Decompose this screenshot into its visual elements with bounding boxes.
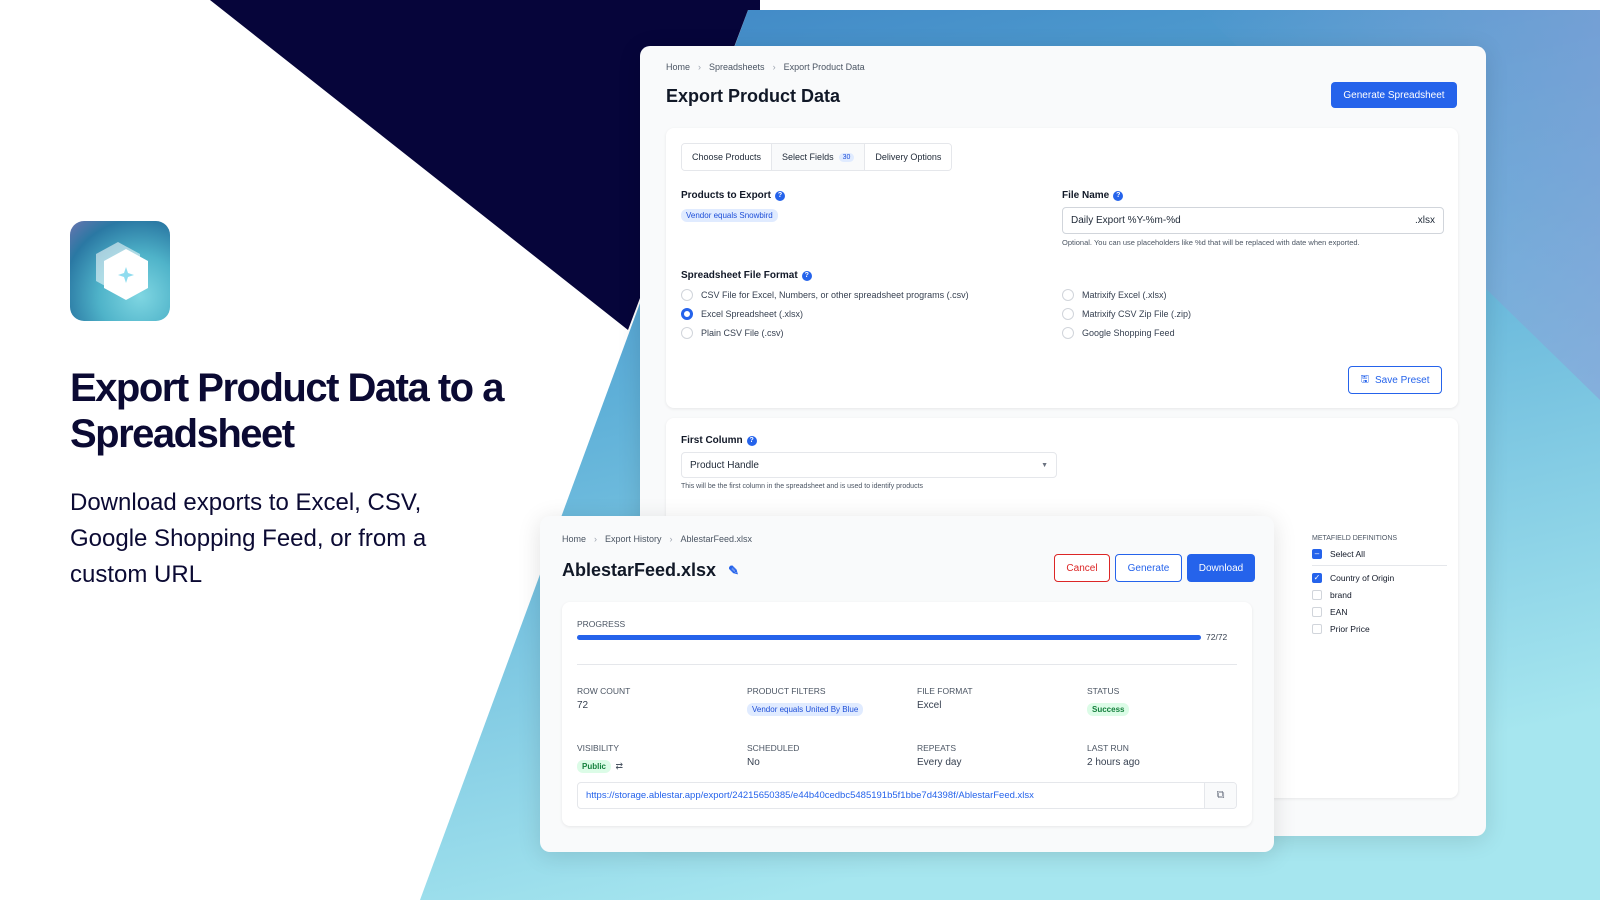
- file-name-label: File Name?: [1062, 190, 1124, 201]
- progress-bar: [577, 635, 1201, 640]
- format-option[interactable]: Matrixify CSV Zip File (.zip): [1062, 304, 1191, 323]
- radio-button[interactable]: [681, 307, 693, 320]
- radio-button[interactable]: [1062, 307, 1074, 320]
- breadcrumb-export-history[interactable]: Export History: [605, 534, 662, 544]
- meta-key: LAST RUN: [1087, 743, 1129, 753]
- breadcrumb: Home › Spreadsheets › Export Product Data: [666, 62, 865, 72]
- meta-key: REPEATS: [917, 743, 957, 753]
- breadcrumb-current: Export Product Data: [783, 62, 865, 72]
- export-settings-card: Choose Products Select Fields 30 Delivery…: [666, 128, 1458, 408]
- progress-label: PROGRESS: [577, 619, 626, 629]
- meta-value: Excel: [917, 700, 942, 711]
- meta-key: VISIBILITY: [577, 743, 620, 753]
- tab-choose-products[interactable]: Choose Products: [682, 144, 773, 170]
- file-name-help: Optional. You can use placeholders like …: [1062, 238, 1360, 247]
- format-option[interactable]: Plain CSV File (.csv): [681, 323, 969, 342]
- format-option[interactable]: Matrixify Excel (.xlsx): [1062, 285, 1191, 304]
- format-option[interactable]: CSV File for Excel, Numbers, or other sp…: [681, 285, 969, 304]
- meta-key: ROW COUNT: [577, 686, 631, 696]
- hero-subtitle: Download exports to Excel, CSV, Google S…: [70, 489, 427, 588]
- help-icon[interactable]: ?: [801, 270, 812, 281]
- radio-button[interactable]: [681, 288, 693, 301]
- products-to-export-label: Products to Export?: [681, 190, 786, 201]
- export-url-link[interactable]: https://storage.ablestar.app/export/2421…: [578, 790, 1204, 801]
- product-filter-chip[interactable]: Vendor equals Snowbird: [681, 209, 778, 222]
- meta-key: PRODUCT FILTERS: [747, 686, 826, 696]
- meta-item: VISIBILITY Public ⇄: [577, 743, 747, 774]
- generate-spreadsheet-button[interactable]: Generate Spreadsheet: [1331, 82, 1457, 108]
- first-column-help: This will be the first column in the spr…: [681, 483, 924, 490]
- status-badge: Success: [1087, 703, 1130, 716]
- meta-value: Every day: [917, 757, 962, 768]
- export-url-field[interactable]: https://storage.ablestar.app/export/2421…: [577, 782, 1237, 809]
- metafield-checkbox[interactable]: ✓ Country of Origin: [1312, 569, 1447, 586]
- edit-icon[interactable]: ✎: [728, 563, 739, 579]
- select-all-checkbox[interactable]: – Select All: [1312, 546, 1447, 566]
- cancel-button[interactable]: Cancel: [1054, 554, 1110, 582]
- meta-key: STATUS: [1087, 686, 1120, 696]
- metafield-checkbox[interactable]: brand: [1312, 586, 1447, 603]
- breadcrumb-home[interactable]: Home: [562, 534, 586, 544]
- help-icon[interactable]: ?: [746, 435, 757, 446]
- save-preset-button[interactable]: 🖫 Save Preset: [1348, 366, 1442, 394]
- visibility-badge: Public: [577, 760, 612, 773]
- meta-item: SCHEDULED No: [747, 743, 917, 774]
- export-meta-grid: ROW COUNT 72 PRODUCT FILTERS Vendor equals …: [577, 686, 1257, 774]
- format-options-left: CSV File for Excel, Numbers, or other sp…: [681, 285, 969, 342]
- app-logo: [70, 221, 170, 321]
- file-title: AblestarFeed.xlsx ✎: [562, 560, 739, 580]
- tab-select-fields[interactable]: Select Fields 30: [772, 144, 866, 170]
- copy-icon[interactable]: ⧉: [1204, 783, 1236, 808]
- chevron-down-icon: ▼: [1041, 461, 1048, 469]
- hero-title: Export Product Data to a Spreadsheet: [70, 366, 504, 456]
- metafield-checkbox[interactable]: Prior Price: [1312, 620, 1447, 637]
- download-button[interactable]: Download: [1187, 554, 1255, 582]
- file-name-input[interactable]: Daily Export %Y-%m-%d .xlsx: [1062, 207, 1444, 234]
- save-icon: 🖫: [1360, 373, 1370, 385]
- breadcrumb-current: AblestarFeed.xlsx: [680, 534, 753, 544]
- meta-key: FILE FORMAT: [917, 686, 973, 696]
- meta-key: SCHEDULED: [747, 743, 800, 753]
- radio-button[interactable]: [1062, 288, 1074, 301]
- first-column-select[interactable]: Product Handle ▼: [681, 452, 1057, 478]
- meta-value: No: [747, 757, 760, 768]
- hexagon-sparkle-icon: [96, 242, 148, 300]
- export-history-panel: Home › Export History › AblestarFeed.xlsx …: [540, 516, 1274, 852]
- page-title: Export Product Data: [666, 86, 841, 106]
- meta-item: PRODUCT FILTERS Vendor equals United By B…: [747, 686, 917, 717]
- breadcrumb: Home › Export History › AblestarFeed.xlsx: [562, 534, 753, 544]
- meta-item: FILE FORMAT Excel: [917, 686, 1087, 717]
- metafield-checkbox[interactable]: EAN: [1312, 603, 1447, 620]
- metafield-heading: METAFIELD DEFINITIONS: [1312, 535, 1398, 542]
- first-column-label: First Column?: [681, 435, 757, 446]
- breadcrumb-home[interactable]: Home: [666, 62, 690, 72]
- meta-item: ROW COUNT 72: [577, 686, 747, 717]
- tab-delivery-options[interactable]: Delivery Options: [865, 144, 952, 170]
- meta-item: REPEATS Every day: [917, 743, 1087, 774]
- generate-button[interactable]: Generate: [1115, 554, 1182, 582]
- help-icon[interactable]: ?: [775, 190, 786, 201]
- format-option[interactable]: Excel Spreadsheet (.xlsx): [681, 304, 969, 323]
- fields-count-badge: 30: [838, 152, 855, 162]
- radio-button[interactable]: [1062, 326, 1074, 339]
- format-options-right: Matrixify Excel (.xlsx) Matrixify CSV Zip…: [1062, 285, 1191, 342]
- file-format-label: Spreadsheet File Format?: [681, 270, 812, 281]
- format-option[interactable]: Google Shopping Feed: [1062, 323, 1191, 342]
- tab-bar: Choose Products Select Fields 30 Delivery…: [681, 143, 953, 171]
- progress-fill: [577, 635, 1201, 640]
- filter-chip[interactable]: Vendor equals United By Blue: [747, 703, 864, 716]
- meta-item: STATUS Success: [1087, 686, 1257, 717]
- meta-item: LAST RUN 2 hours ago: [1087, 743, 1257, 774]
- radio-button[interactable]: [681, 326, 693, 339]
- progress-text: 72/72: [1206, 632, 1228, 642]
- meta-value: 2 hours ago: [1087, 757, 1140, 768]
- help-icon[interactable]: ?: [1113, 190, 1124, 201]
- breadcrumb-spreadsheets[interactable]: Spreadsheets: [709, 62, 765, 72]
- metafield-list: METAFIELD DEFINITIONS – Select All ✓ Count…: [1312, 535, 1447, 637]
- meta-value: 72: [577, 700, 589, 711]
- export-details-card: PROGRESS 72/72 ROW COUNT 72 PRODUCT FILTER…: [562, 602, 1252, 826]
- swap-icon[interactable]: ⇄: [615, 761, 623, 771]
- file-extension: .xlsx: [1415, 215, 1435, 226]
